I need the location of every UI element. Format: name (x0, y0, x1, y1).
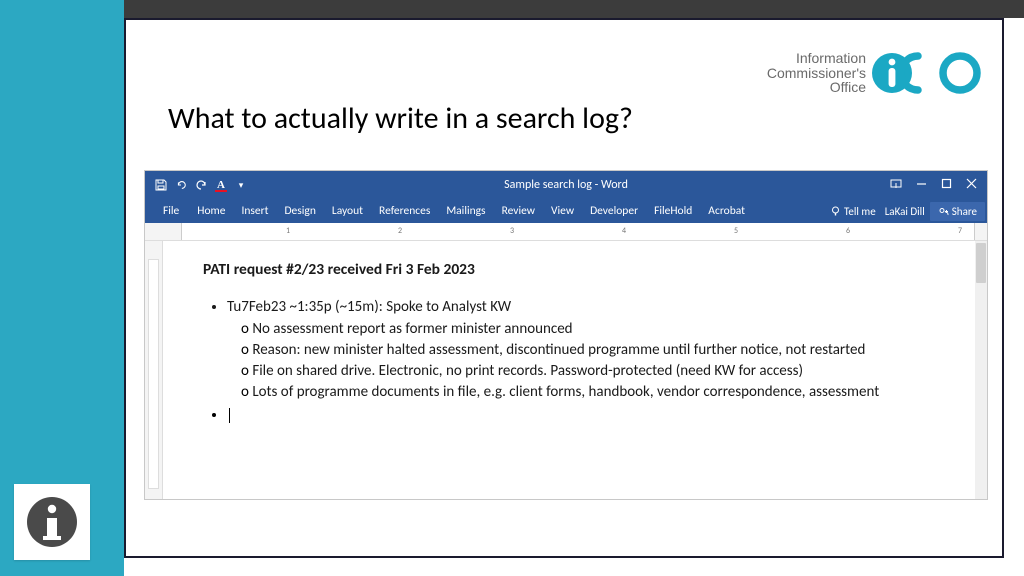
undo-icon[interactable] (175, 179, 187, 191)
save-icon[interactable] (155, 179, 167, 191)
ruler-num: 1 (286, 226, 290, 236)
ico-line3: Office (767, 80, 866, 95)
info-badge-icon (14, 484, 90, 560)
tab-mailings[interactable]: Mailings (438, 199, 493, 223)
ico-mark-icon (872, 50, 984, 96)
top-bar (124, 0, 1024, 18)
tab-developer[interactable]: Developer (582, 199, 646, 223)
tab-insert[interactable]: Insert (233, 199, 276, 223)
share-icon (938, 206, 949, 217)
ico-logo: Information Commissioner's Office (767, 50, 984, 96)
tab-file[interactable]: File (153, 199, 189, 223)
redo-icon[interactable] (195, 179, 207, 191)
list-item-empty (227, 405, 943, 426)
word-titlebar: A ▾ Sample search log - Word (145, 171, 987, 199)
document-page[interactable]: PATI request #2/23 received Fri 3 Feb 20… (167, 243, 973, 497)
ico-logo-text: Information Commissioner's Office (767, 51, 866, 95)
slide-frame: Information Commissioner's Office What t… (124, 18, 1004, 558)
sub-item: Reason: new minister halted assessment, … (241, 340, 943, 361)
minimize-icon[interactable] (916, 178, 927, 192)
sub-item: File on shared drive. Electronic, no pri… (241, 361, 943, 382)
sub-item: No assessment report as former minister … (241, 319, 943, 340)
word-doc-title: Sample search log - Word (504, 178, 628, 192)
sub-item: Lots of programme documents in file, e.g… (241, 382, 943, 403)
ruler-num: 4 (622, 226, 626, 236)
maximize-icon[interactable] (941, 178, 952, 192)
font-color-icon[interactable]: A (215, 179, 227, 191)
ruler-num: 3 (510, 226, 514, 236)
tab-filehold[interactable]: FileHold (646, 199, 700, 223)
user-name[interactable]: LaKai Dill (880, 205, 930, 218)
bullet-lead: Tu7Feb23 ~1:35p (~15m): Spoke to Analyst… (227, 298, 511, 316)
tell-me-search[interactable]: Tell me (826, 205, 880, 218)
list-item: Tu7Feb23 ~1:35p (~15m): Spoke to Analyst… (227, 297, 943, 403)
vertical-ruler[interactable] (145, 241, 163, 499)
tab-review[interactable]: Review (494, 199, 543, 223)
qat-dropdown-icon[interactable]: ▾ (235, 179, 247, 191)
ruler-num: 7 (958, 226, 962, 236)
lightbulb-icon (830, 206, 841, 217)
tab-design[interactable]: Design (276, 199, 323, 223)
ribbon-display-icon[interactable] (890, 179, 902, 192)
tab-references[interactable]: References (371, 199, 438, 223)
tell-me-label: Tell me (844, 205, 876, 218)
quick-access-toolbar: A ▾ (145, 179, 247, 191)
horizontal-ruler[interactable]: 1 2 3 4 5 6 7 (145, 223, 987, 241)
vertical-scrollbar[interactable] (975, 241, 987, 499)
text-cursor (229, 408, 230, 423)
tab-home[interactable]: Home (189, 199, 233, 223)
share-label: Share (952, 205, 977, 218)
doc-outer-list: Tu7Feb23 ~1:35p (~15m): Spoke to Analyst… (203, 297, 943, 426)
ruler-num: 2 (398, 226, 402, 236)
ruler-num: 5 (734, 226, 738, 236)
word-ribbon-tabs: File Home Insert Design Layout Reference… (145, 199, 987, 223)
doc-heading: PATI request #2/23 received Fri 3 Feb 20… (203, 259, 943, 281)
slide-title: What to actually write in a search log? (168, 100, 633, 137)
ico-line1: Information (767, 51, 866, 66)
close-icon[interactable] (966, 178, 983, 192)
sub-list: No assessment report as former minister … (227, 319, 943, 403)
tab-acrobat[interactable]: Acrobat (700, 199, 753, 223)
tab-view[interactable]: View (543, 199, 582, 223)
window-controls (890, 178, 983, 192)
ruler-num: 6 (846, 226, 850, 236)
word-window: A ▾ Sample search log - Word (144, 170, 988, 500)
ico-line2: Commissioner's (767, 66, 866, 81)
share-button[interactable]: Share (930, 202, 985, 221)
tab-layout[interactable]: Layout (324, 199, 371, 223)
